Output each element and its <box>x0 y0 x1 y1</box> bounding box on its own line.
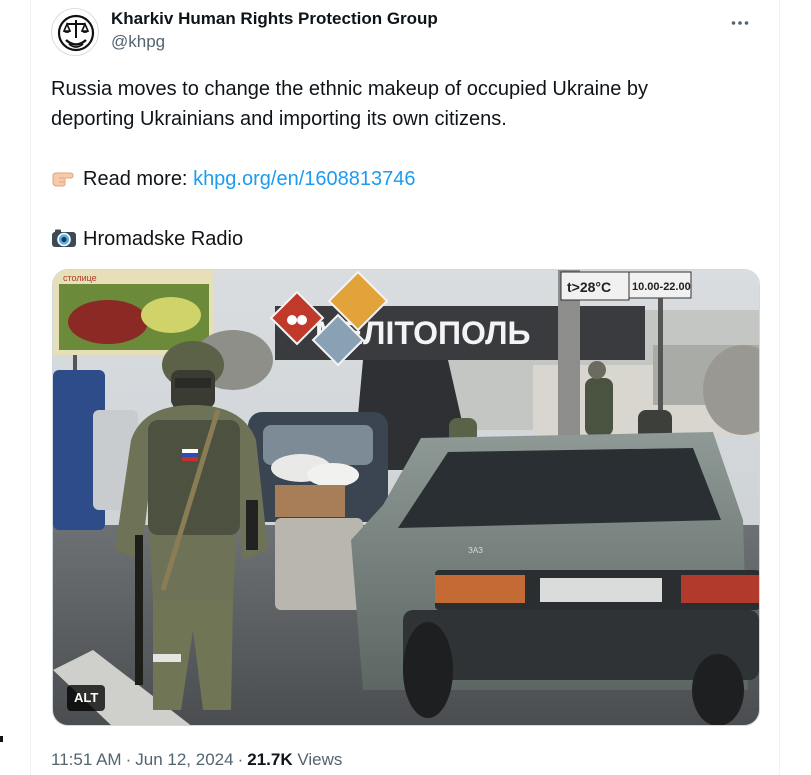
khpg-logo-icon <box>57 14 95 52</box>
billboard-text: столице <box>63 273 97 283</box>
tweet-text: Russia moves to change the ethnic makeup… <box>51 74 741 254</box>
photo-credit: Hromadske Radio <box>83 228 244 250</box>
views-label: Views <box>297 750 343 769</box>
line-break <box>51 134 741 164</box>
credit-line: Hromadske Radio <box>51 224 741 254</box>
pointing-hand-icon <box>52 172 74 187</box>
tweet-text-line: Russia moves to change the ethnic makeup… <box>51 78 649 100</box>
author-block: Kharkiv Human Rights Protection Group @k… <box>111 8 438 54</box>
author-handle[interactable]: @khpg <box>111 30 438 54</box>
temperature-sign: t>28°C <box>567 279 611 295</box>
avatar[interactable] <box>51 8 99 56</box>
hours-sign: 10.00-22.00 <box>632 281 691 293</box>
separator-dot: · <box>125 750 132 769</box>
tweet-date[interactable]: Jun 12, 2024 <box>135 750 233 769</box>
svg-text:ЗАЗ: ЗАЗ <box>468 546 483 555</box>
alt-text-button[interactable]: ALT <box>67 685 106 711</box>
tweet-metadata: 11:51 AM · Jun 12, 2024 · 21.7K Views <box>51 748 342 772</box>
edge-mark <box>0 736 3 742</box>
camera-icon <box>52 229 76 247</box>
tweet-header: Kharkiv Human Rights Protection Group @k… <box>51 6 763 58</box>
line-break <box>51 194 741 224</box>
separator-dot: · <box>237 750 244 769</box>
tweet-time[interactable]: 11:51 AM <box>51 750 122 769</box>
read-more-label: Read more: <box>83 168 188 190</box>
tweet-photo[interactable]: столице МЕЛІТОПОЛЬ t>28°C 10.00-22.00 ЗА… <box>52 269 760 726</box>
tweet-text-line: deporting Ukrainians and importing its o… <box>51 108 507 130</box>
tweet-card: Kharkiv Human Rights Protection Group @k… <box>30 0 780 775</box>
article-link[interactable]: khpg.org/en/1608813746 <box>193 168 415 190</box>
more-horizontal-icon <box>731 21 749 25</box>
checkpoint-photo: столице МЕЛІТОПОЛЬ t>28°C 10.00-22.00 ЗА… <box>53 270 759 725</box>
views-count[interactable]: 21.7K <box>247 750 292 769</box>
more-options-button[interactable] <box>723 6 757 40</box>
author-display-name[interactable]: Kharkiv Human Rights Protection Group <box>111 8 438 30</box>
read-more-line: Read more: khpg.org/en/1608813746 <box>51 164 741 194</box>
